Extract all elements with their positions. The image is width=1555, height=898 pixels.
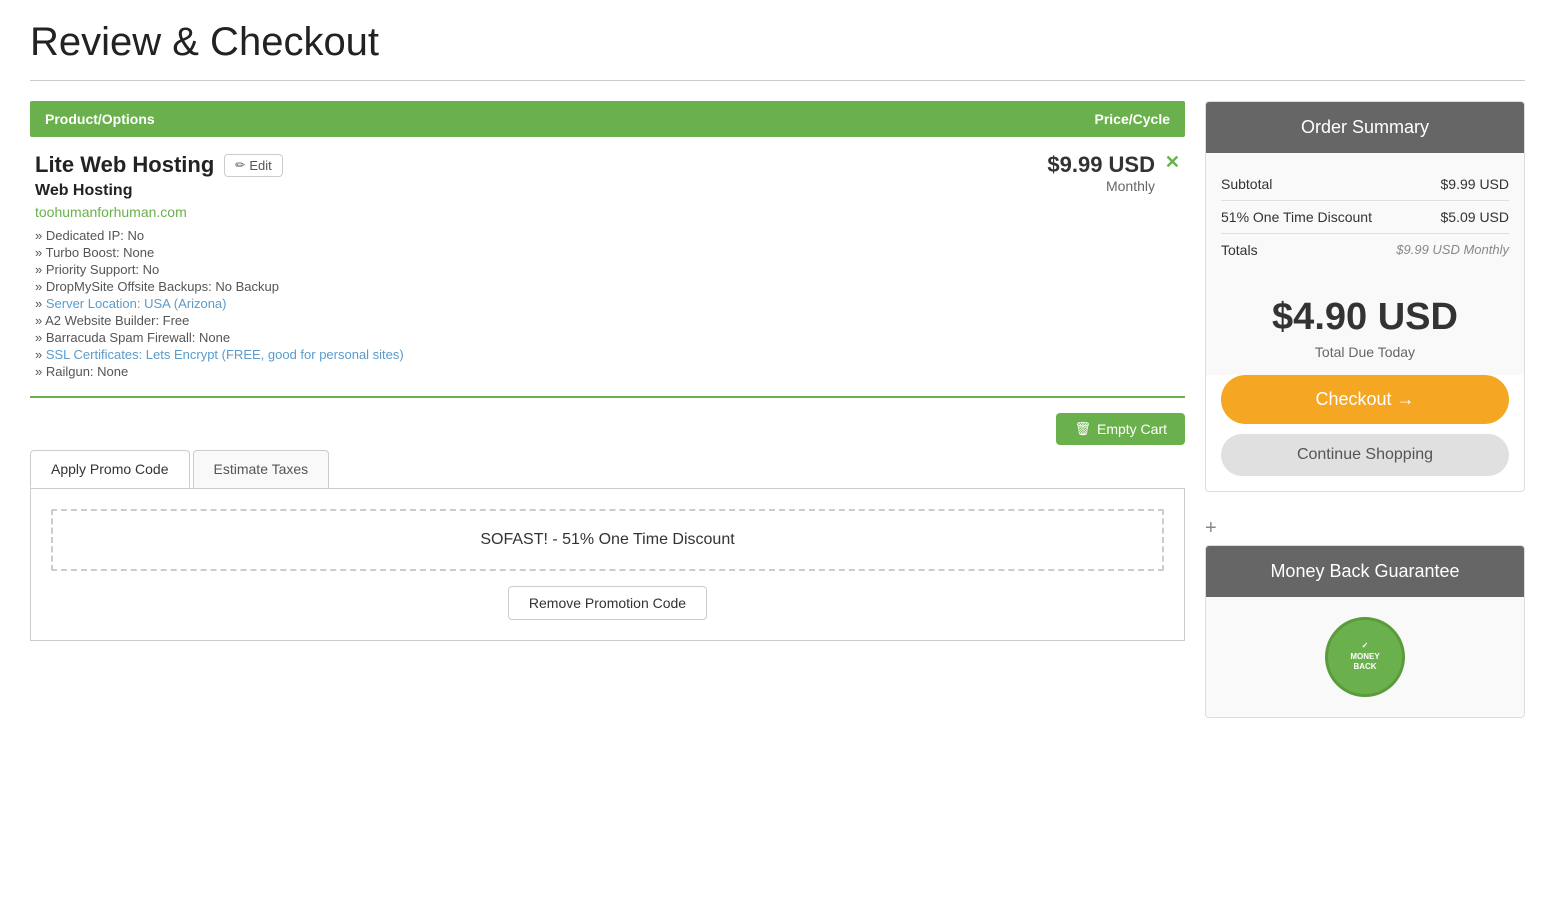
discount-row: 51% One Time Discount $5.09 USD [1221,201,1509,234]
subtotal-value: $9.99 USD [1441,176,1509,192]
list-item: Dedicated IP: No [35,228,1180,243]
product-name: Lite Web Hosting [35,152,214,178]
remove-product-icon[interactable]: ✕ [1165,152,1180,173]
seal-text: ✓MONEYBACK [1350,641,1379,672]
continue-shopping-button[interactable]: Continue Shopping [1221,434,1509,476]
product-price: $9.99 USD [1047,152,1155,178]
list-item: SSL Certificates: Lets Encrypt (FREE, go… [35,347,1180,362]
empty-cart-button[interactable]: 🗑 Empty Cart [1056,413,1185,445]
discount-value: $5.09 USD [1441,209,1509,225]
totals-label: Totals [1221,242,1258,258]
empty-cart-label: Empty Cart [1097,421,1167,437]
left-column: Product/Options Price/Cycle Lite Web Hos… [30,101,1185,718]
tabs-container: Apply Promo Code Estimate Taxes [30,450,1185,489]
order-summary-header: Order Summary [1206,102,1524,153]
totals-row: Totals $9.99 USD Monthly [1221,234,1509,266]
edit-button[interactable]: ✏ Edit [224,154,282,177]
server-location-link[interactable]: Server Location: USA (Arizona) [46,296,227,311]
totals-value: $9.99 USD Monthly [1396,242,1509,258]
list-item: Barracuda Spam Firewall: None [35,330,1180,345]
cart-actions: 🗑 Empty Cart [30,413,1185,445]
money-back-body: ✓MONEYBACK [1206,597,1524,717]
list-item: Priority Support: No [35,262,1180,277]
col-price: Price/Cycle [1095,111,1171,127]
big-price: $4.90 USD [1206,281,1524,344]
checkout-button[interactable]: Checkout → [1221,375,1509,424]
product-cycle: Monthly [1047,178,1155,194]
tab-estimate-taxes[interactable]: Estimate Taxes [193,450,330,488]
promo-code-box: SOFAST! - 51% One Time Discount [51,509,1164,571]
page-title: Review & Checkout [30,20,1525,65]
pencil-icon: ✏ [235,158,245,172]
price-column: $9.99 USD Monthly [1047,152,1155,194]
list-item: A2 Website Builder: Free [35,313,1180,328]
remove-promo-button[interactable]: Remove Promotion Code [508,586,707,620]
list-item: DropMySite Offsite Backups: No Backup [35,279,1180,294]
edit-label: Edit [249,158,271,173]
product-options-list: Dedicated IP: No Turbo Boost: None Prior… [35,228,1180,379]
title-divider [30,80,1525,81]
right-column: Order Summary Subtotal $9.99 USD 51% One… [1205,101,1525,718]
col-product: Product/Options [45,111,155,127]
product-domain: toohumanforhuman.com [35,204,1180,220]
product-row: Lite Web Hosting ✏ Edit $9.99 USD Monthl… [30,137,1185,398]
trash-icon: 🗑 [1074,421,1091,437]
subtotal-label: Subtotal [1221,176,1272,192]
order-summary-box: Order Summary Subtotal $9.99 USD 51% One… [1205,101,1525,492]
total-due-label: Total Due Today [1206,344,1524,375]
discount-label: 51% One Time Discount [1221,209,1372,225]
list-item: Server Location: USA (Arizona) [35,296,1180,311]
plus-icon: + [1205,512,1525,545]
money-back-header: Money Back Guarantee [1206,546,1524,597]
table-header: Product/Options Price/Cycle [30,101,1185,137]
list-item: Railgun: None [35,364,1180,379]
money-back-box: Money Back Guarantee ✓MONEYBACK [1205,545,1525,718]
list-item: Turbo Boost: None [35,245,1180,260]
summary-body: Subtotal $9.99 USD 51% One Time Discount… [1206,153,1524,281]
money-back-seal: ✓MONEYBACK [1325,617,1405,697]
subtotal-row: Subtotal $9.99 USD [1221,168,1509,201]
ssl-link[interactable]: SSL Certificates: Lets Encrypt (FREE, go… [46,347,404,362]
product-type: Web Hosting [35,182,1180,200]
tab-apply-promo[interactable]: Apply Promo Code [30,450,190,488]
tab-content: SOFAST! - 51% One Time Discount Remove P… [30,489,1185,641]
